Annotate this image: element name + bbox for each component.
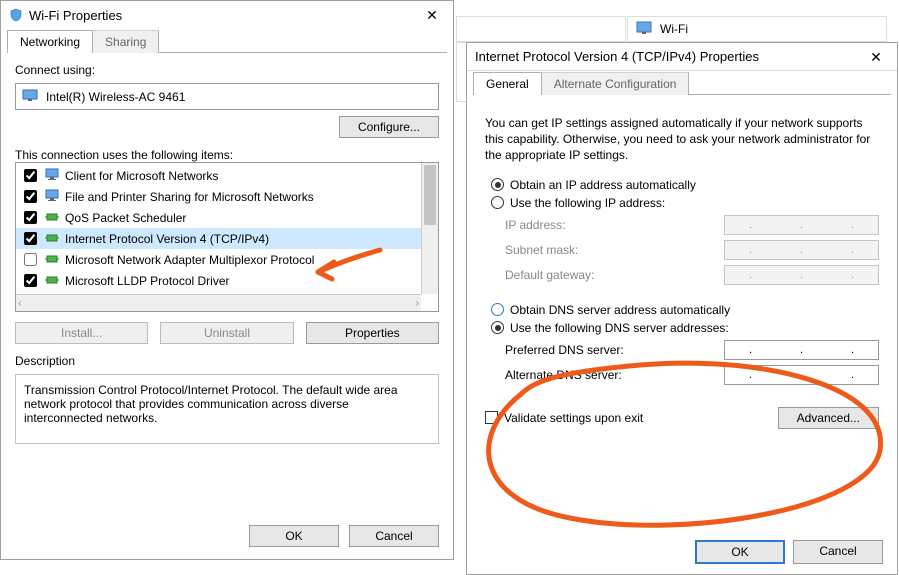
- connection-items-listbox[interactable]: Client for Microsoft Networks File and Pr…: [15, 162, 439, 312]
- description-label: Description: [15, 354, 439, 368]
- intro-text: You can get IP settings assigned automat…: [485, 115, 879, 164]
- radio-obtain-ip[interactable]: Obtain an IP address automatically: [491, 178, 879, 192]
- tab-alternate-configuration[interactable]: Alternate Configuration: [541, 72, 690, 95]
- connect-using-label: Connect using:: [15, 63, 439, 77]
- wifi-cancel-button[interactable]: Cancel: [349, 525, 439, 547]
- monitor-icon: [45, 168, 61, 184]
- ip-address-field: ...: [724, 215, 879, 235]
- ip-group: Obtain an IP address automatically Use t…: [485, 178, 879, 285]
- ipv4-properties-titlebar[interactable]: Internet Protocol Version 4 (TCP/IPv4) P…: [467, 43, 897, 71]
- radio-icon: [491, 303, 504, 316]
- list-item[interactable]: QoS Packet Scheduler: [16, 207, 421, 228]
- list-item[interactable]: Client for Microsoft Networks: [16, 165, 421, 186]
- radio-use-ip[interactable]: Use the following IP address:: [491, 196, 879, 210]
- net-icon: [45, 210, 61, 226]
- ipv4-properties-title: Internet Protocol Version 4 (TCP/IPv4) P…: [475, 49, 759, 64]
- tab-general[interactable]: General: [473, 72, 542, 95]
- item-checkbox[interactable]: [24, 190, 37, 203]
- wifi-tabs: Networking Sharing: [7, 29, 447, 53]
- ipv4-tabs: General Alternate Configuration: [473, 71, 891, 95]
- connection-uses-label: This connection uses the following items…: [15, 148, 439, 162]
- tab-networking[interactable]: Networking: [7, 30, 93, 53]
- radio-icon: [491, 196, 504, 209]
- properties-button[interactable]: Properties: [306, 322, 439, 344]
- monitor-icon: [45, 189, 61, 205]
- tab-sharing[interactable]: Sharing: [92, 30, 159, 53]
- preferred-dns-label: Preferred DNS server:: [505, 343, 624, 357]
- close-icon[interactable]: ✕: [417, 3, 447, 27]
- subnet-mask-field: ...: [724, 240, 879, 260]
- bg-wifi-label: Wi-Fi: [660, 22, 688, 36]
- uninstall-button[interactable]: Uninstall: [160, 322, 293, 344]
- alternate-dns-field[interactable]: ...: [724, 365, 879, 385]
- adapter-icon: [22, 88, 40, 105]
- ipv4-properties-dialog: Internet Protocol Version 4 (TCP/IPv4) P…: [466, 42, 898, 575]
- wifi-icon: [636, 21, 652, 38]
- item-checkbox[interactable]: [24, 169, 37, 182]
- wifi-properties-title: Wi-Fi Properties: [29, 8, 122, 23]
- adapter-box: Intel(R) Wireless-AC 9461: [15, 83, 439, 110]
- validate-checkbox[interactable]: Validate settings upon exit: [485, 411, 643, 425]
- dns-group: Obtain DNS server address automatically …: [485, 303, 879, 385]
- wifi-properties-dialog: Wi-Fi Properties ✕ Networking Sharing Co…: [0, 0, 454, 560]
- item-checkbox[interactable]: [24, 232, 37, 245]
- item-label: File and Printer Sharing for Microsoft N…: [65, 190, 314, 204]
- ipv4-cancel-button[interactable]: Cancel: [793, 540, 883, 564]
- preferred-dns-field[interactable]: ...: [724, 340, 879, 360]
- horizontal-scrollbar[interactable]: ‹›: [16, 294, 421, 311]
- item-checkbox[interactable]: [24, 274, 37, 287]
- alternate-dns-label: Alternate DNS server:: [505, 368, 622, 382]
- default-gateway-field: ...: [724, 265, 879, 285]
- item-label: Microsoft Network Adapter Multiplexor Pr…: [65, 253, 314, 267]
- ip-address-label: IP address:: [505, 218, 565, 232]
- default-gateway-label: Default gateway:: [505, 268, 594, 282]
- subnet-mask-label: Subnet mask:: [505, 243, 578, 257]
- item-checkbox[interactable]: [24, 253, 37, 266]
- vertical-scrollbar[interactable]: [421, 163, 438, 294]
- item-label: QoS Packet Scheduler: [65, 211, 186, 225]
- item-label: Client for Microsoft Networks: [65, 169, 218, 183]
- net-icon: [45, 273, 61, 289]
- checkbox-icon: [485, 411, 498, 424]
- wifi-ok-button[interactable]: OK: [249, 525, 339, 547]
- radio-use-dns[interactable]: Use the following DNS server addresses:: [491, 321, 879, 335]
- shield-icon: [9, 8, 23, 22]
- description-box: Transmission Control Protocol/Internet P…: [15, 374, 439, 444]
- radio-icon: [491, 178, 504, 191]
- net-icon: [45, 231, 61, 247]
- radio-icon: [491, 321, 504, 334]
- advanced-button[interactable]: Advanced...: [778, 407, 879, 429]
- configure-button[interactable]: Configure...: [339, 116, 439, 138]
- ipv4-ok-button[interactable]: OK: [695, 540, 785, 564]
- item-label: Internet Protocol Version 4 (TCP/IPv4): [65, 232, 269, 246]
- list-item[interactable]: Internet Protocol Version 4 (TCP/IPv4): [16, 228, 421, 249]
- close-icon[interactable]: ✕: [861, 45, 891, 69]
- item-label: Microsoft LLDP Protocol Driver: [65, 274, 230, 288]
- radio-obtain-dns[interactable]: Obtain DNS server address automatically: [491, 303, 879, 317]
- adapter-name: Intel(R) Wireless-AC 9461: [46, 90, 185, 104]
- net-icon: [45, 252, 61, 268]
- install-button[interactable]: Install...: [15, 322, 148, 344]
- item-checkbox[interactable]: [24, 211, 37, 224]
- wifi-properties-titlebar[interactable]: Wi-Fi Properties ✕: [1, 1, 453, 29]
- list-item[interactable]: File and Printer Sharing for Microsoft N…: [16, 186, 421, 207]
- list-item[interactable]: Microsoft Network Adapter Multiplexor Pr…: [16, 249, 421, 270]
- list-item[interactable]: Microsoft LLDP Protocol Driver: [16, 270, 421, 291]
